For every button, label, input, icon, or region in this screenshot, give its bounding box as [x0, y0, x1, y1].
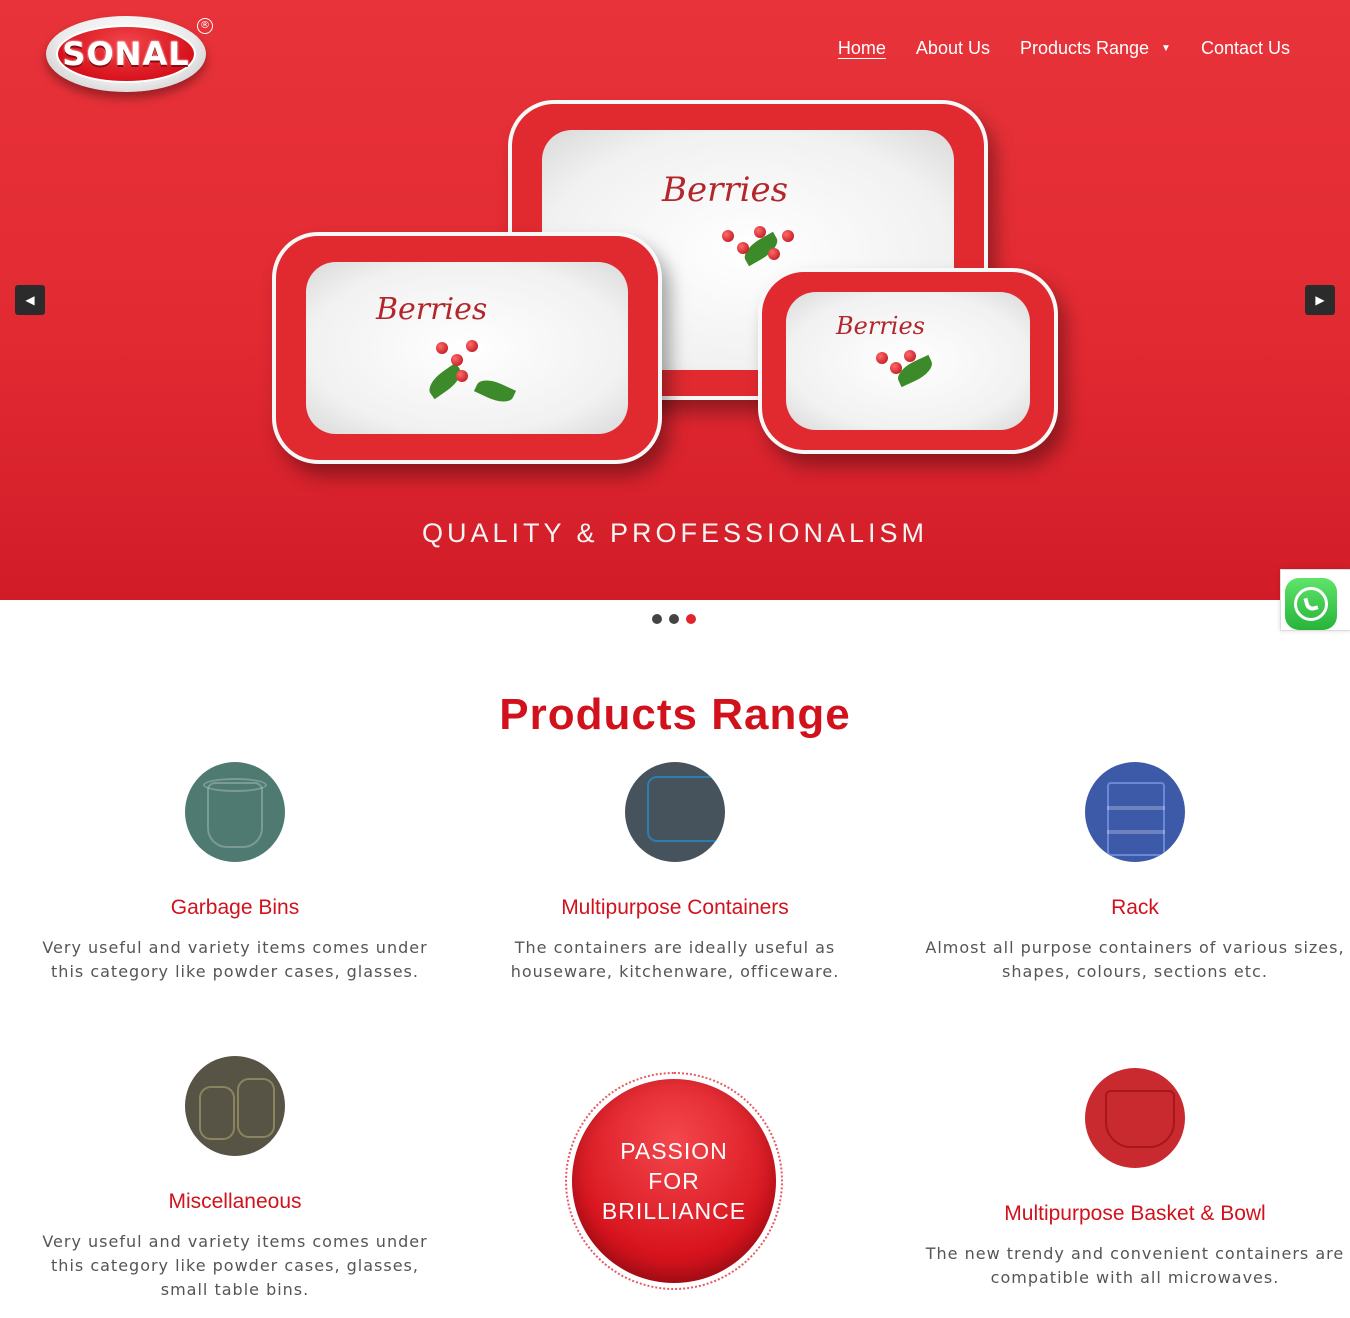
product-title-multipurpose-containers[interactable]: Multipurpose Containers: [465, 896, 885, 920]
product-card-miscellaneous: Miscellaneous Very useful and variety it…: [25, 1056, 445, 1302]
product-title-garbage-bins[interactable]: Garbage Bins: [25, 896, 445, 920]
product-desc-miscellaneous: Very useful and variety items comes unde…: [42, 1232, 428, 1299]
whatsapp-widget: [1280, 569, 1350, 631]
slider-dot-2[interactable]: [669, 614, 679, 624]
product-desc-garbage-bins: Very useful and variety items comes unde…: [42, 938, 428, 981]
basket-icon[interactable]: [1085, 1068, 1185, 1168]
slider-dot-1[interactable]: [652, 614, 662, 624]
products-range-heading: Products Range: [499, 690, 851, 739]
passion-badge: PASSION FOR BRILLIANCE: [565, 1072, 783, 1290]
whatsapp-icon[interactable]: [1285, 578, 1337, 630]
slider-next-button[interactable]: ▶: [1305, 285, 1335, 315]
logo-text: SONAL: [62, 35, 190, 73]
main-nav: Home About Us Products Range ▼ Contact U…: [808, 38, 1290, 59]
slider-dot-3[interactable]: [686, 614, 696, 624]
nav-about-us[interactable]: About Us: [916, 38, 990, 59]
tray-print-text: Berries: [662, 170, 789, 210]
product-desc-basket-bowl: The new trendy and convenient containers…: [925, 1244, 1345, 1287]
product-title-miscellaneous[interactable]: Miscellaneous: [25, 1190, 445, 1214]
tray-small: Berries: [758, 268, 1058, 454]
garbage-bin-icon[interactable]: [185, 762, 285, 862]
nav-home[interactable]: Home: [838, 38, 886, 59]
badge-line-2: FOR: [648, 1168, 700, 1194]
logo-badge: SONAL: [56, 25, 196, 83]
product-card-garbage-bins: Garbage Bins Very useful and variety ite…: [25, 762, 445, 984]
nav-products-range[interactable]: Products Range ▼: [1020, 38, 1171, 59]
misc-jars-icon[interactable]: [185, 1056, 285, 1156]
badge-line-1: PASSION: [620, 1138, 728, 1164]
badge-line-3: BRILLIANCE: [601, 1198, 747, 1224]
product-title-basket-bowl[interactable]: Multipurpose Basket & Bowl: [925, 1202, 1345, 1226]
product-title-rack[interactable]: Rack: [925, 896, 1345, 920]
slider-prev-button[interactable]: ◀: [15, 285, 45, 315]
hero-tagline: QUALITY & PROFESSIONALISM: [421, 518, 929, 548]
hero-slider: SONAL ® Home About Us Products Range ▼ C…: [0, 0, 1350, 600]
nav-products-label: Products Range: [1019, 38, 1150, 58]
tray-medium: Berries: [272, 232, 662, 464]
nav-about-label: About Us: [915, 38, 990, 58]
product-desc-rack: Almost all purpose containers of various…: [925, 938, 1345, 981]
container-icon[interactable]: [625, 762, 725, 862]
tray-print-text: Berries: [836, 312, 925, 340]
nav-contact-label: Contact Us: [1200, 38, 1290, 58]
caret-down-icon: ▼: [1161, 43, 1171, 54]
rack-icon[interactable]: [1085, 762, 1185, 862]
product-desc-multipurpose-containers: The containers are ideally useful as hou…: [510, 938, 840, 981]
nav-home-label: Home: [837, 38, 886, 58]
sonal-logo[interactable]: SONAL: [46, 16, 206, 92]
caret-right-icon: ▶: [1315, 293, 1325, 307]
product-card-rack: Rack Almost all purpose containers of va…: [925, 762, 1345, 984]
caret-left-icon: ◀: [25, 293, 35, 307]
slider-dots: [652, 614, 703, 624]
product-card-multipurpose-containers: Multipurpose Containers The containers a…: [465, 762, 885, 984]
tray-print-text: Berries: [376, 292, 488, 327]
product-card-basket-bowl: Multipurpose Basket & Bowl The new trend…: [925, 1068, 1345, 1290]
registered-mark: ®: [197, 18, 213, 34]
nav-contact-us[interactable]: Contact Us: [1201, 38, 1290, 59]
